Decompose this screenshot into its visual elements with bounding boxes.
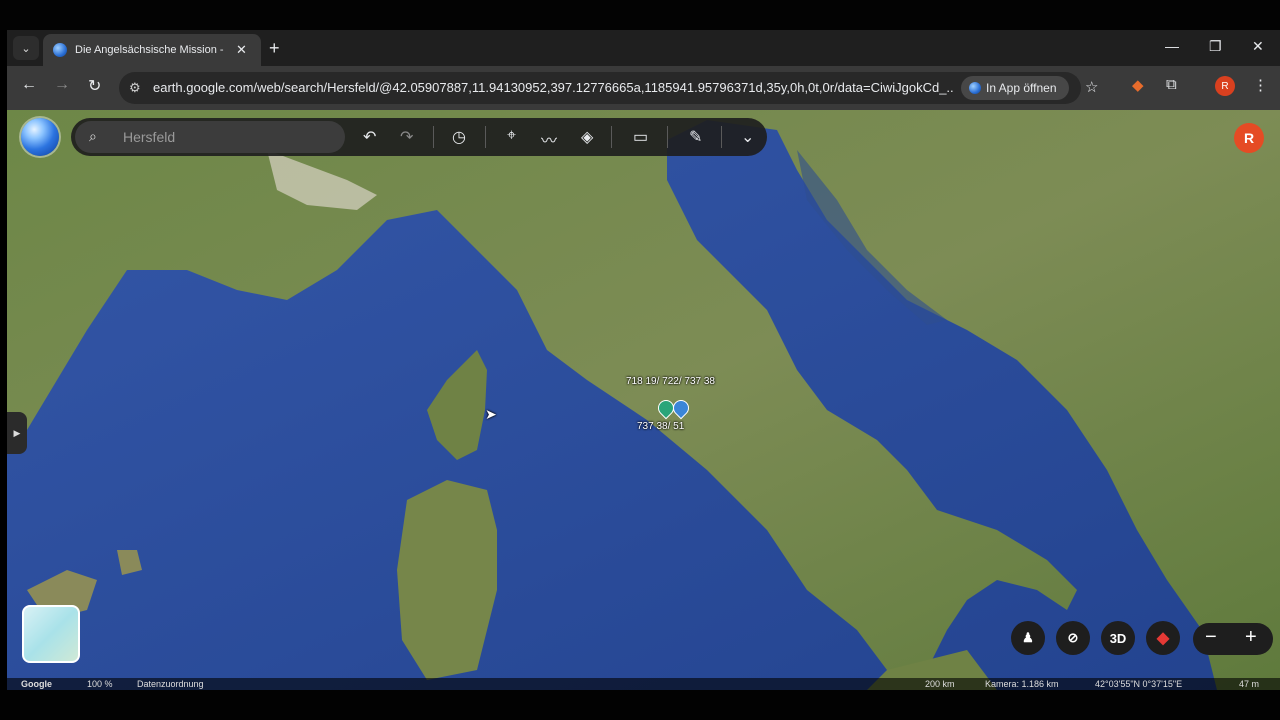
redo-icon[interactable]: ↷	[400, 127, 413, 147]
new-tab-button[interactable]: +	[269, 38, 280, 58]
camera-altitude: Kamera: 1.186 km	[985, 679, 1059, 689]
restore-button[interactable]: ❐	[1209, 38, 1222, 55]
back-button[interactable]: ←	[21, 76, 37, 94]
search-icon: ⌕	[89, 128, 97, 144]
3d-toggle-button[interactable]: 3D	[1101, 621, 1135, 655]
tools-icon[interactable]: ✎	[689, 127, 702, 147]
minimize-button[interactable]: —	[1165, 38, 1179, 54]
tab-search-button[interactable]: ⌄	[13, 36, 39, 60]
elevation: 47 m	[1239, 679, 1260, 689]
satellite-map	[7, 110, 1280, 690]
map-style-thumbnail[interactable]	[22, 605, 80, 663]
close-window-button[interactable]: ✕	[1252, 38, 1264, 55]
tab-strip: ⌄ Die Angelsächsische Mission - ✕ + — ❐ …	[7, 30, 1280, 66]
undo-icon[interactable]: ↶	[363, 127, 376, 147]
status-bar: Google 100 % Datenzuordnung 200 km Kamer…	[7, 678, 1280, 690]
placemark-label: 718 19/ 722/ 737 38	[626, 376, 715, 387]
side-panel-toggle[interactable]: ▶	[7, 412, 27, 454]
google-earth-favicon-icon	[53, 43, 67, 57]
mouse-cursor-icon: ➤	[485, 406, 497, 422]
zoom-in-button[interactable]: +	[1245, 626, 1257, 649]
site-info-icon[interactable]: ⚙	[129, 80, 141, 96]
extension-fox-icon[interactable]: ◆	[1132, 76, 1144, 94]
account-avatar[interactable]: R	[1234, 123, 1264, 153]
chevron-down-icon[interactable]: ⌄	[741, 127, 754, 147]
google-logo: Google	[21, 679, 52, 689]
toolbar-divider	[485, 126, 486, 148]
scale-label: 200 km	[925, 679, 955, 689]
tab-active[interactable]: Die Angelsächsische Mission - ✕	[43, 34, 261, 66]
tab-title: Die Angelsächsische Mission -	[75, 44, 224, 56]
recenter-icon[interactable]: ⊘	[1056, 621, 1090, 655]
toolbar-divider	[721, 126, 722, 148]
forward-button[interactable]: →	[54, 76, 70, 94]
tab-close-icon[interactable]: ✕	[236, 42, 247, 58]
google-earth-app-icon	[969, 82, 981, 94]
zoom-percent: 100 %	[87, 679, 113, 689]
history-icon[interactable]: ◷	[452, 127, 466, 147]
placemark-label: 737 38/ 51	[637, 421, 685, 432]
toolbar-divider	[667, 126, 668, 148]
measure-ruler-icon[interactable]: ▭	[633, 127, 648, 147]
compass-icon[interactable]: ◆	[1146, 621, 1180, 655]
layers-icon[interactable]: ◈	[581, 127, 593, 147]
url-text[interactable]: earth.google.com/web/search/Hersfeld/@42…	[153, 80, 953, 95]
browser-menu-icon[interactable]: ⋮	[1253, 76, 1268, 94]
toolbar-divider	[611, 126, 612, 148]
browser-toolbar: ← → ↻ ⚙ earth.google.com/web/search/Hers…	[7, 66, 1280, 110]
cursor-coordinates: 42°03'55"N 0°37'15"E	[1095, 679, 1183, 689]
video-letterbox-bottom	[0, 690, 1280, 720]
pegman-icon[interactable]: ♟	[1011, 621, 1045, 655]
video-letterbox-top	[0, 0, 1280, 30]
data-attribution-link[interactable]: Datenzuordnung	[137, 678, 204, 690]
open-in-app-label: In App öffnen	[986, 81, 1057, 95]
search-box[interactable]: ⌕ Hersfeld	[75, 121, 345, 153]
open-in-app-button[interactable]: In App öffnen	[961, 76, 1069, 100]
draw-path-icon[interactable]: 〰	[541, 127, 557, 151]
zoom-out-button[interactable]: −	[1205, 626, 1217, 649]
toolbar-divider	[433, 126, 434, 148]
search-input[interactable]: Hersfeld	[123, 129, 175, 145]
zoom-control[interactable]: − +	[1193, 623, 1273, 655]
placemark-icon[interactable]: ⌖	[507, 127, 516, 145]
earth-map-view[interactable]: ⌕ Hersfeld ↶ ↷ ◷ ⌖ 〰 ◈ ▭ ✎ ⌄ R ▶ 718 19/…	[7, 110, 1280, 690]
earth-toolbar: ⌕ Hersfeld ↶ ↷ ◷ ⌖ 〰 ◈ ▭ ✎ ⌄	[71, 118, 767, 156]
google-earth-logo-icon[interactable]	[21, 118, 59, 156]
profile-avatar[interactable]: R	[1215, 76, 1235, 96]
extensions-puzzle-icon[interactable]: ⧉	[1166, 76, 1177, 93]
bookmark-star-icon[interactable]: ☆	[1085, 78, 1098, 96]
reload-button[interactable]: ↻	[88, 76, 101, 96]
address-bar[interactable]: ⚙ earth.google.com/web/search/Hersfeld/@…	[119, 72, 1098, 104]
browser-window: ⌄ Die Angelsächsische Mission - ✕ + — ❐ …	[7, 30, 1280, 690]
